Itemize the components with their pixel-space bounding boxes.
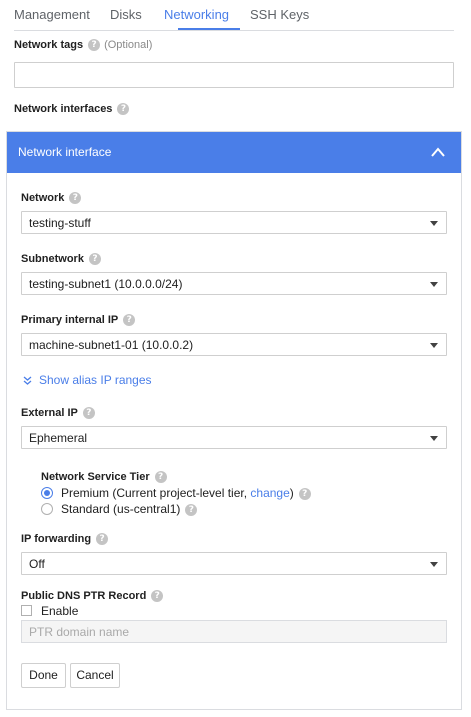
- ip-forwarding-select[interactable]: Off: [21, 552, 447, 575]
- network-interfaces-label-row: Network interfaces?: [14, 103, 130, 116]
- external-ip-select[interactable]: Ephemeral: [21, 426, 447, 449]
- done-button[interactable]: Done: [21, 663, 66, 688]
- panel-title: Network interface: [18, 145, 112, 159]
- caret-down-icon: [430, 221, 438, 226]
- subnetwork-select[interactable]: testing-subnet1 (10.0.0.0/24): [21, 272, 447, 295]
- help-icon[interactable]: ?: [123, 314, 136, 327]
- chevron-down-icon: [23, 376, 32, 385]
- primary-ip-select[interactable]: machine-subnet1-01 (10.0.0.2): [21, 333, 447, 356]
- active-tab-indicator: [178, 28, 240, 30]
- network-tags-input[interactable]: [14, 62, 454, 88]
- caret-down-icon: [430, 562, 438, 567]
- ip-forwarding-label-row: IP forwarding?: [21, 533, 109, 546]
- help-icon[interactable]: ?: [154, 471, 167, 484]
- subnetwork-label-row: Subnetwork?: [21, 253, 101, 266]
- help-icon[interactable]: ?: [82, 407, 95, 420]
- ptr-domain-field: [21, 620, 447, 643]
- tab-ssh-keys[interactable]: SSH Keys: [250, 7, 309, 22]
- network-value: testing-stuff: [29, 216, 91, 230]
- subnetwork-label: Subnetwork: [21, 253, 84, 265]
- caret-down-icon: [430, 436, 438, 441]
- premium-tier-label-close: ): [289, 486, 294, 500]
- tab-disks[interactable]: Disks: [110, 7, 142, 22]
- external-ip-label-row: External IP?: [21, 407, 95, 420]
- help-icon[interactable]: ?: [96, 533, 109, 546]
- standard-tier-radio[interactable]: [41, 503, 53, 515]
- primary-ip-label-row: Primary internal IP?: [21, 314, 136, 327]
- external-ip-value: Ephemeral: [29, 431, 88, 445]
- help-icon[interactable]: ?: [88, 39, 101, 52]
- standard-tier-label-row: Standard (us-central1)?: [61, 502, 198, 516]
- dns-ptr-label-row: Public DNS PTR Record?: [21, 590, 164, 603]
- enable-ptr-label: Enable: [41, 604, 79, 618]
- tab-management[interactable]: Management: [14, 7, 90, 22]
- enable-ptr-checkbox[interactable]: [21, 605, 32, 616]
- help-icon[interactable]: ?: [117, 103, 130, 116]
- network-interface-panel: Network interface Network? testing-stuff…: [6, 131, 462, 710]
- network-label: Network: [21, 192, 65, 204]
- network-select[interactable]: testing-stuff: [21, 211, 447, 234]
- help-icon[interactable]: ?: [151, 590, 164, 603]
- tab-bar: Management Disks Networking SSH Keys: [14, 0, 454, 31]
- ip-forwarding-value: Off: [29, 557, 45, 571]
- panel-header[interactable]: Network interface: [7, 132, 461, 173]
- caret-down-icon: [430, 282, 438, 287]
- network-interfaces-label: Network interfaces: [14, 103, 113, 115]
- premium-tier-label-row: Premium (Current project-level tier, cha…: [61, 486, 311, 500]
- standard-tier-label: Standard (us-central1): [61, 502, 181, 516]
- optional-hint: (Optional): [104, 39, 153, 51]
- network-label-row: Network?: [21, 192, 82, 205]
- caret-down-icon: [430, 343, 438, 348]
- chevron-up-icon[interactable]: [431, 146, 445, 158]
- ip-forwarding-label: IP forwarding: [21, 533, 92, 545]
- network-tags-label: Network tags: [14, 39, 84, 51]
- tab-networking[interactable]: Networking: [164, 7, 229, 22]
- external-ip-label: External IP: [21, 407, 78, 419]
- help-icon[interactable]: ?: [69, 192, 82, 205]
- premium-tier-label: Premium (Current project-level tier,: [61, 486, 251, 500]
- show-alias-ip-ranges-label: Show alias IP ranges: [39, 373, 152, 387]
- help-icon[interactable]: ?: [298, 487, 311, 500]
- show-alias-ip-ranges-link[interactable]: Show alias IP ranges: [23, 373, 152, 387]
- ptr-domain-input[interactable]: [22, 621, 446, 642]
- primary-ip-value: machine-subnet1-01 (10.0.0.2): [29, 338, 194, 352]
- network-tags-label-row: Network tags? (Optional): [14, 39, 153, 52]
- help-icon[interactable]: ?: [88, 253, 101, 266]
- help-icon[interactable]: ?: [185, 503, 198, 516]
- primary-ip-label: Primary internal IP: [21, 314, 119, 326]
- change-tier-link[interactable]: change: [250, 486, 289, 500]
- network-tier-label: Network Service Tier: [41, 471, 150, 483]
- network-tier-label-row: Network Service Tier?: [41, 471, 167, 484]
- cancel-button[interactable]: Cancel: [70, 663, 120, 688]
- dns-ptr-label: Public DNS PTR Record: [21, 590, 147, 602]
- subnetwork-value: testing-subnet1 (10.0.0.0/24): [29, 277, 183, 291]
- premium-tier-radio[interactable]: [41, 487, 53, 499]
